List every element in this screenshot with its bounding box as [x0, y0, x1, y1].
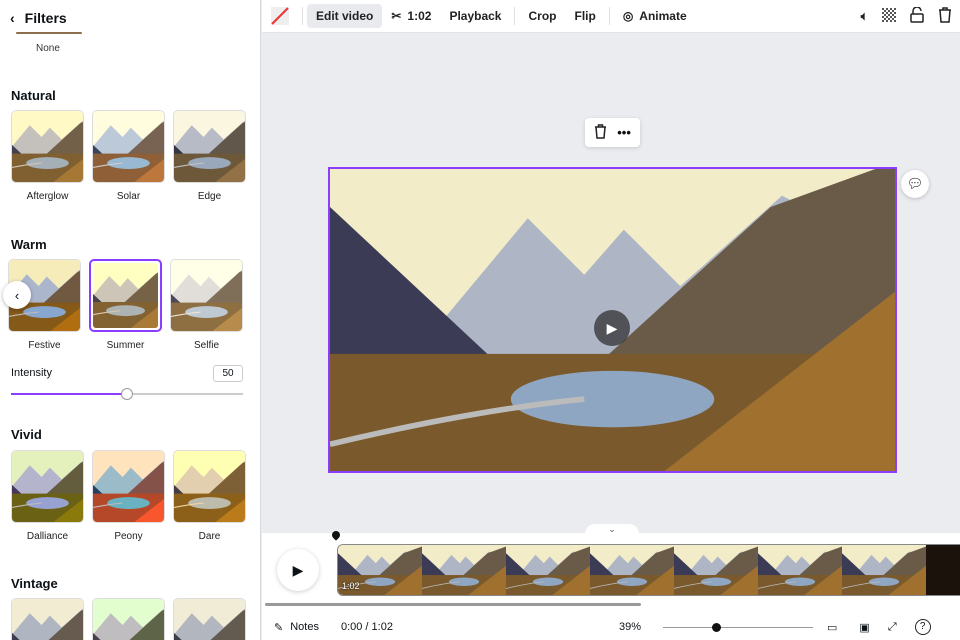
- duration-label: 1:02: [407, 9, 432, 23]
- intensity-label: Intensity: [11, 367, 52, 379]
- none-filter-thumbnail[interactable]: [16, 32, 82, 34]
- animate-button[interactable]: ◎ Animate: [614, 4, 696, 28]
- trash-icon[interactable]: [594, 123, 607, 142]
- edit-video-button[interactable]: Edit video: [307, 4, 383, 28]
- more-options-icon[interactable]: •••: [617, 125, 631, 140]
- zoom-level[interactable]: 39%: [619, 621, 641, 633]
- filter-row-vintage: [11, 598, 246, 640]
- filter-label: Edge: [197, 191, 222, 202]
- transparency-icon[interactable]: [882, 8, 896, 25]
- filter-label: Afterglow: [26, 191, 69, 202]
- filter-thumbnail: [173, 450, 246, 523]
- grid-view-icon[interactable]: ▭: [827, 621, 837, 634]
- filter-thumbnail: [89, 259, 162, 332]
- color-none-button[interactable]: [262, 2, 298, 30]
- panel-header: ‹ Filters: [10, 10, 67, 26]
- playback-button[interactable]: Playback: [440, 4, 510, 28]
- section-title: Warm: [11, 237, 47, 252]
- zoom-slider-thumb[interactable]: [711, 622, 721, 632]
- collapse-timeline-button[interactable]: ⌄: [585, 524, 639, 536]
- filter-label: Festive: [28, 340, 61, 351]
- bottom-bar: ✎ Notes 0:00 / 1:02 39% ▭ ▣ ⤢ ?: [262, 614, 960, 640]
- volume-icon[interactable]: 🔈︎: [861, 9, 868, 24]
- trim-button[interactable]: ✂ 1:02: [382, 4, 440, 28]
- animate-label: Animate: [639, 9, 687, 23]
- help-icon[interactable]: ?: [914, 619, 931, 635]
- lock-icon[interactable]: [910, 6, 924, 26]
- clip-frame: [842, 545, 926, 595]
- scroll-left-button[interactable]: ‹: [3, 281, 31, 309]
- video-clip-track[interactable]: [337, 544, 960, 596]
- clip-duration: 1:02: [342, 581, 360, 591]
- filter-thumbnail: [11, 110, 84, 183]
- notes-button[interactable]: Notes: [290, 621, 319, 633]
- filter-option[interactable]: Summer: [89, 259, 162, 351]
- filter-thumbnail: [170, 259, 243, 332]
- comment-icon: 💬︎: [906, 176, 924, 191]
- filter-option[interactable]: Edge: [173, 110, 246, 202]
- filter-thumbnail: [11, 450, 84, 523]
- crop-button[interactable]: Crop: [519, 4, 565, 28]
- fullscreen-icon[interactable]: ⤢: [888, 621, 897, 634]
- filter-option[interactable]: [173, 598, 246, 640]
- filter-option[interactable]: Dalliance: [11, 450, 84, 542]
- filter-label: Dare: [198, 531, 221, 542]
- filter-option[interactable]: Selfie: [170, 259, 243, 351]
- slider-fill: [11, 393, 127, 395]
- filter-label: Summer: [106, 340, 145, 351]
- filter-label: Peony: [114, 531, 143, 542]
- filter-label: Dalliance: [26, 531, 69, 542]
- filter-thumbnail: [92, 598, 165, 640]
- trash-icon[interactable]: [938, 7, 952, 26]
- back-icon[interactable]: ‹: [10, 10, 15, 26]
- zoom-slider[interactable]: [663, 622, 813, 632]
- timeline-play-button[interactable]: ▶: [277, 549, 319, 591]
- time-display: 0:00 / 1:02: [340, 621, 393, 633]
- slider-thumb[interactable]: [121, 388, 133, 400]
- filter-option[interactable]: [92, 598, 165, 640]
- clip-frame: [926, 545, 960, 595]
- filter-thumbnail: [11, 598, 84, 640]
- timeline-scrollbar[interactable]: [265, 603, 641, 606]
- clip-frame: [590, 545, 674, 595]
- filter-option[interactable]: [11, 598, 84, 640]
- section-title: Vivid: [11, 427, 42, 442]
- editor-toolbar: Edit video ✂ 1:02 Playback Crop Flip ◎ Ani…: [262, 0, 960, 33]
- filter-row-warm: Festive Summer Selfie: [8, 259, 243, 351]
- filter-option[interactable]: Dare: [173, 450, 246, 542]
- filter-label: Solar: [116, 191, 141, 202]
- intensity-slider[interactable]: [11, 388, 243, 400]
- filters-panel: ‹ Filters None Natural Afterglow Solar Edg…: [0, 0, 261, 640]
- clip-frame: [506, 545, 590, 595]
- filter-thumbnail: [173, 110, 246, 183]
- flip-button[interactable]: Flip: [565, 4, 604, 28]
- element-toolbar: •••: [585, 118, 640, 147]
- filter-label: Selfie: [193, 340, 219, 351]
- filter-thumbnail: [92, 450, 165, 523]
- none-filter-label: None: [36, 43, 60, 54]
- add-comment-button[interactable]: 💬︎: [901, 170, 929, 198]
- intensity-input[interactable]: 50: [213, 365, 243, 382]
- video-play-button[interactable]: ▶: [594, 310, 630, 346]
- filter-option[interactable]: Peony: [92, 450, 165, 542]
- clip-frame: [674, 545, 758, 595]
- filter-row-natural: Afterglow Solar Edge: [11, 110, 246, 202]
- filter-thumbnail: [92, 110, 165, 183]
- clip-frame: [758, 545, 842, 595]
- section-title: Vintage: [11, 576, 58, 591]
- notes-icon[interactable]: ✎: [274, 621, 283, 634]
- pages-icon[interactable]: ▣: [859, 621, 869, 634]
- animate-icon: ◎: [622, 9, 634, 23]
- filter-row-vivid: Dalliance Peony Dare: [11, 450, 246, 542]
- scissors-icon: ✂: [391, 9, 402, 23]
- clip-frame: [422, 545, 506, 595]
- panel-title: Filters: [24, 10, 67, 26]
- filter-option[interactable]: Solar: [92, 110, 165, 202]
- section-title: Natural: [11, 88, 56, 103]
- filter-thumbnail: [173, 598, 246, 640]
- filter-option[interactable]: Afterglow: [11, 110, 84, 202]
